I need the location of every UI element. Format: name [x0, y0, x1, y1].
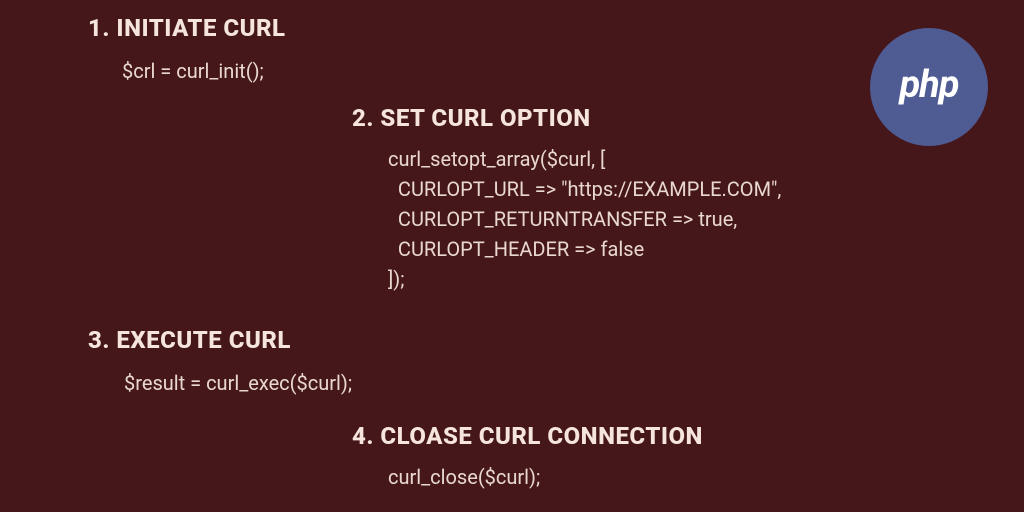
- step-2-code: curl_setopt_array($curl, [ CURLOPT_URL =…: [388, 144, 781, 294]
- step-4-heading: 4. CLOASE CURL CONNECTION: [352, 422, 703, 450]
- step-3-heading: 3. EXECUTE CURL: [88, 326, 291, 354]
- step-3-code: $result = curl_exec($curl);: [124, 368, 352, 398]
- step-1-code: $crl = curl_init();: [122, 56, 264, 86]
- php-logo-badge: php: [870, 28, 988, 146]
- step-2-heading: 2. SET CURL OPTION: [352, 104, 591, 132]
- step-1-heading: 1. INITIATE CURL: [88, 14, 286, 42]
- step-4-code: curl_close($curl);: [388, 462, 540, 492]
- php-logo-text: php: [899, 63, 958, 107]
